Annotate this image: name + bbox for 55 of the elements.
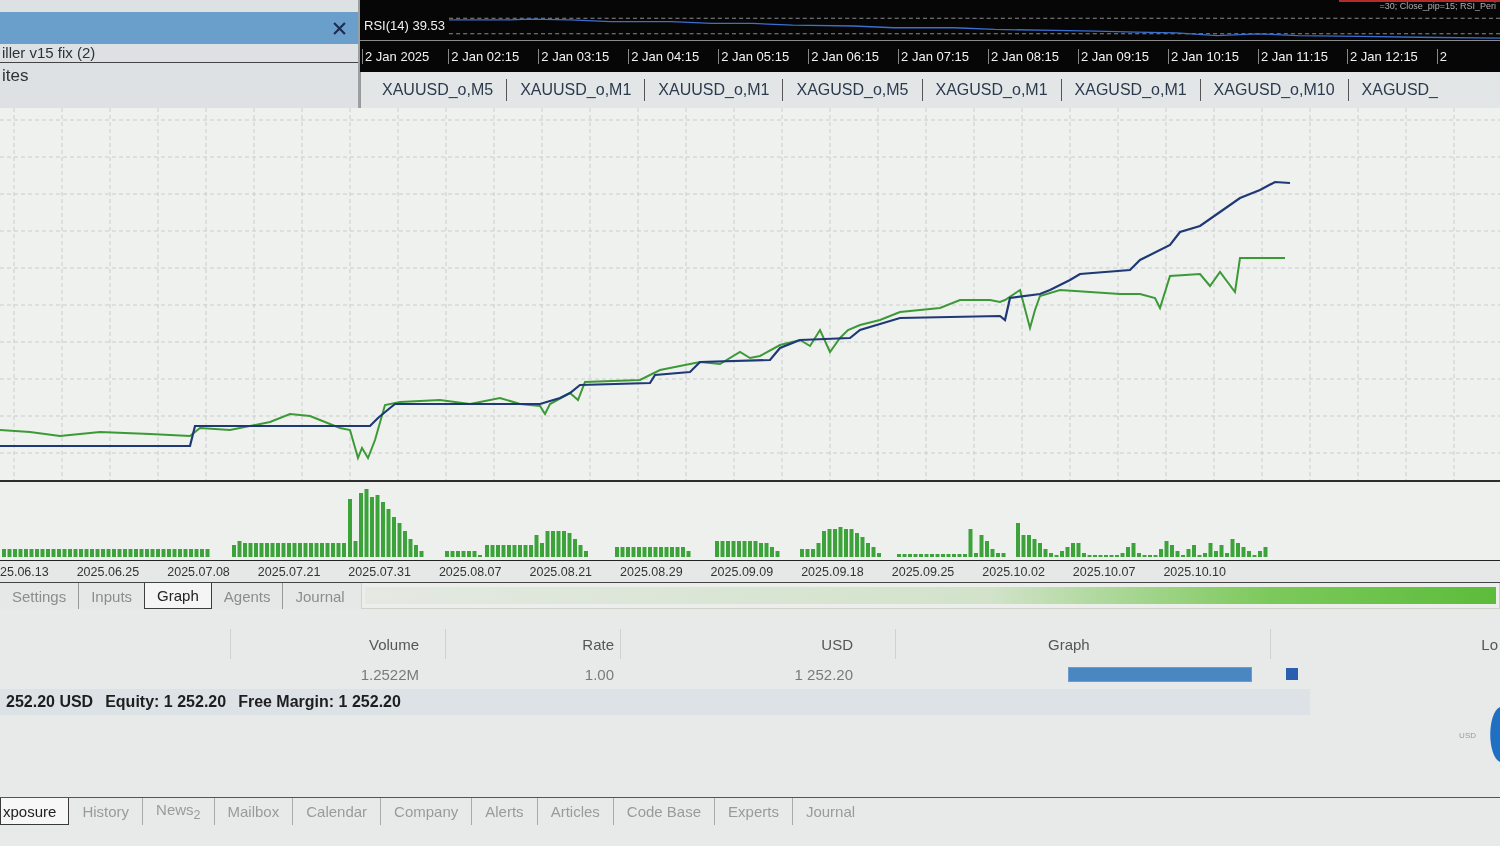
date-label: 2025.08.21 bbox=[529, 564, 593, 579]
chart-tab[interactable]: XAUUSD_o,M5 bbox=[369, 79, 507, 101]
time-label: 2 Jan 09:15 bbox=[1078, 49, 1149, 64]
time-label: 2 Jan 03:15 bbox=[538, 49, 610, 64]
date-label: 2025.10.10 bbox=[1163, 564, 1226, 579]
summary-text: Free Margin: 1 252.20 bbox=[238, 693, 401, 711]
time-label: 2 Jan 12:15 bbox=[1346, 49, 1418, 64]
time-label: 2 Jan 05:15 bbox=[718, 49, 790, 64]
toolbox-tab[interactable]: xposure bbox=[0, 798, 70, 825]
column-header[interactable]: USD bbox=[620, 629, 895, 659]
date-label: 2025.06.25 bbox=[76, 564, 140, 579]
tester-tab[interactable]: Graph bbox=[144, 583, 212, 609]
chart-tab[interactable]: XAUUSD_o,M1 bbox=[644, 79, 783, 101]
date-label: 2025.10.07 bbox=[1072, 564, 1136, 579]
time-label: 2 Jan 02:15 bbox=[448, 49, 520, 64]
date-label: 2025.10.02 bbox=[982, 564, 1045, 579]
chart-tab[interactable]: XAGUSD_o,M1 bbox=[1060, 79, 1200, 101]
close-icon[interactable] bbox=[333, 21, 346, 35]
column-header[interactable]: Graph bbox=[895, 629, 1270, 659]
chart-tab[interactable]: XAUUSD_o,M1 bbox=[506, 79, 645, 101]
indicator-label: RSI(14) 39.53 bbox=[363, 18, 446, 33]
time-label: 2 Jan 10:15 bbox=[1167, 49, 1239, 64]
chart-tab[interactable]: XAGUSD_o,M10 bbox=[1199, 79, 1348, 101]
date-label: 2025.07.08 bbox=[167, 564, 230, 579]
date-label: 2025.09.25 bbox=[891, 564, 955, 579]
date-label: 2025.07.31 bbox=[348, 564, 411, 579]
date-label: 2025.09.09 bbox=[710, 564, 774, 579]
date-label: 2025.08.29 bbox=[620, 564, 683, 579]
date-label: 2025.07.21 bbox=[257, 564, 321, 579]
table-cell-text: 1.2522M bbox=[359, 664, 420, 685]
date-label: 2025.09.18 bbox=[801, 564, 864, 579]
table-cell-text: 1 252.20 bbox=[793, 664, 854, 685]
chart-caption: =30; Close_pip=15; RSI_Peri bbox=[1339, 0, 1500, 11]
time-label: 2 bbox=[1436, 49, 1448, 64]
square-marker-icon bbox=[1286, 668, 1298, 680]
summary-text: 252.20 USD bbox=[6, 693, 94, 711]
summary-text: Equity: 1 252.20 bbox=[105, 693, 227, 711]
chart-tab[interactable]: XAGUSD_ bbox=[1347, 79, 1451, 101]
column-header[interactable]: Rate bbox=[445, 629, 620, 659]
date-label: 2025.08.07 bbox=[438, 564, 502, 579]
time-label: 2 Jan 06:15 bbox=[808, 49, 880, 64]
navigator-item[interactable]: iller v15 fix (2) bbox=[0, 44, 358, 63]
chart-tab[interactable]: XAGUSD_o,M5 bbox=[782, 79, 922, 101]
column-header[interactable]: Volume bbox=[230, 629, 445, 659]
chart-tab[interactable]: XAGUSD_o,M1 bbox=[921, 79, 1061, 101]
time-label: 2 Jan 08:15 bbox=[988, 49, 1059, 64]
time-label: 2 Jan 04:15 bbox=[628, 49, 700, 64]
date-label: 25.06.13 bbox=[0, 564, 49, 579]
time-label: 2 Jan 11:15 bbox=[1257, 49, 1328, 64]
navigator-item[interactable]: ites bbox=[0, 63, 358, 87]
table-cell-text: 1.00 bbox=[583, 664, 615, 685]
column-header[interactable]: Lo bbox=[1270, 629, 1500, 659]
currency-label: USD bbox=[1459, 731, 1476, 740]
time-label: 2 Jan 2025 bbox=[362, 49, 430, 64]
time-label: 2 Jan 07:15 bbox=[898, 49, 970, 64]
